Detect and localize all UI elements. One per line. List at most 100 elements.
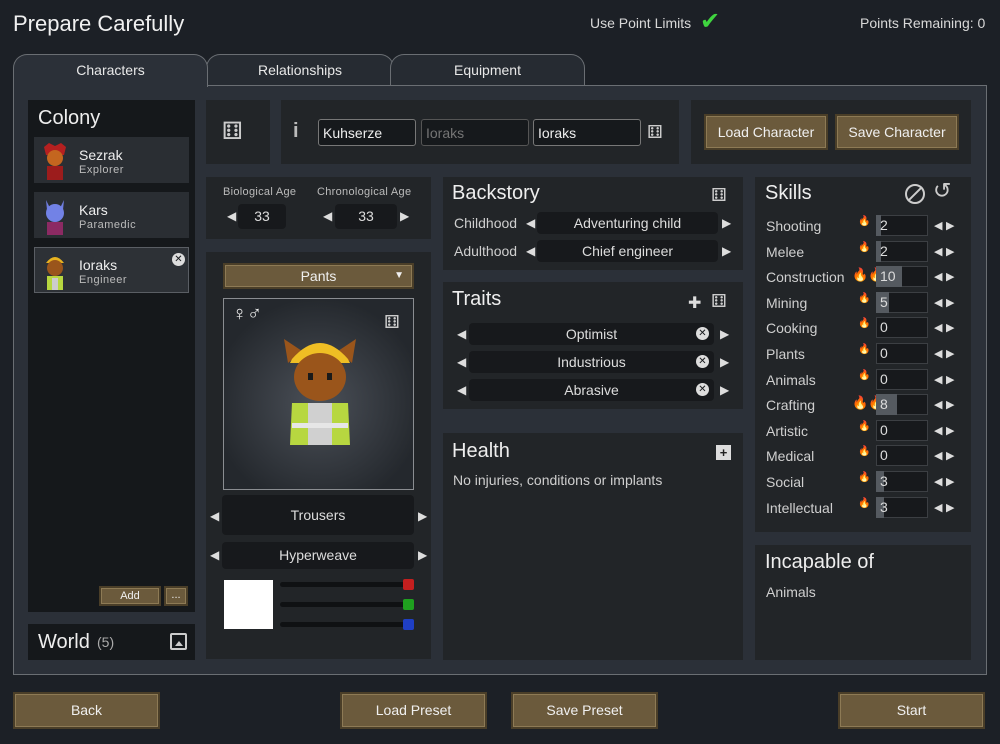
skill-increase-icon[interactable]: ▶ (946, 398, 954, 411)
chrono-age-increase-icon[interactable]: ▶ (400, 210, 409, 222)
randomize-pawn-dice-icon[interactable]: ⚅ (222, 120, 243, 144)
passion-flame-icon[interactable]: 🔥 (858, 446, 870, 457)
gender-icon[interactable]: ♀♂ (232, 303, 262, 326)
skill-increase-icon[interactable]: ▶ (946, 373, 954, 386)
skill-increase-icon[interactable]: ▶ (946, 321, 954, 334)
red-slider-knob[interactable] (403, 579, 414, 590)
color-swatch[interactable] (224, 580, 273, 629)
nickname-field[interactable] (421, 119, 529, 146)
trait-next-icon[interactable]: ▶ (720, 384, 729, 396)
skill-increase-icon[interactable]: ▶ (946, 245, 954, 258)
red-slider[interactable] (280, 579, 414, 590)
info-icon[interactable]: i (293, 120, 299, 143)
skill-decrease-icon[interactable]: ◀ (934, 449, 942, 462)
skill-decrease-icon[interactable]: ◀ (934, 296, 942, 309)
skill-decrease-icon[interactable]: ◀ (934, 398, 942, 411)
randomize-name-dice-icon[interactable]: ⚅ (647, 123, 663, 141)
skill-decrease-icon[interactable]: ◀ (934, 501, 942, 514)
trait-next-icon[interactable]: ▶ (720, 328, 729, 340)
material-prev-icon[interactable]: ◀ (210, 549, 219, 561)
clear-skills-icon[interactable] (905, 184, 925, 204)
skill-increase-icon[interactable]: ▶ (946, 219, 954, 232)
adulthood-next-icon[interactable]: ▶ (722, 245, 731, 257)
skill-increase-icon[interactable]: ▶ (946, 347, 954, 360)
skill-decrease-icon[interactable]: ◀ (934, 321, 942, 334)
load-preset-button[interactable]: Load Preset (340, 692, 487, 729)
childhood-next-icon[interactable]: ▶ (722, 217, 731, 229)
passion-flame-icon[interactable]: 🔥 (858, 498, 870, 509)
add-trait-icon[interactable]: ✚ (688, 293, 701, 313)
green-slider[interactable] (280, 599, 414, 610)
skill-increase-icon[interactable]: ▶ (946, 424, 954, 437)
tab-relationships[interactable]: Relationships (206, 54, 394, 86)
skill-decrease-icon[interactable]: ◀ (934, 245, 942, 258)
randomize-traits-dice-icon[interactable]: ⚅ (711, 292, 727, 310)
remove-trait-icon[interactable]: ✕ (696, 355, 709, 368)
back-button[interactable]: Back (13, 692, 160, 729)
pawn-kars[interactable]: Kars Paramedic (34, 192, 189, 238)
remove-trait-icon[interactable]: ✕ (696, 327, 709, 340)
skill-decrease-icon[interactable]: ◀ (934, 424, 942, 437)
skill-increase-icon[interactable]: ▶ (946, 501, 954, 514)
childhood-prev-icon[interactable]: ◀ (526, 217, 535, 229)
tab-equipment[interactable]: Equipment (390, 54, 585, 86)
bio-age-decrease-icon[interactable]: ◀ (227, 210, 236, 222)
passion-flame-icon[interactable]: 🔥 (858, 318, 870, 329)
pawn-sezrak[interactable]: Sezrak Explorer (34, 137, 189, 183)
adulthood-prev-icon[interactable]: ◀ (526, 245, 535, 257)
apparel-next-icon[interactable]: ▶ (418, 510, 427, 522)
start-button[interactable]: Start (838, 692, 985, 729)
skill-decrease-icon[interactable]: ◀ (934, 219, 942, 232)
passion-flame-icon[interactable]: 🔥 (858, 242, 870, 253)
save-character-button[interactable]: Save Character (835, 114, 959, 150)
trait-item[interactable]: Industrious (469, 351, 714, 373)
trait-item[interactable]: Optimist (469, 323, 714, 345)
skill-increase-icon[interactable]: ▶ (946, 475, 954, 488)
apparel-item-selector[interactable]: Trousers (222, 495, 414, 535)
save-preset-button[interactable]: Save Preset (511, 692, 658, 729)
add-health-icon[interactable]: + (716, 445, 731, 460)
blue-slider[interactable] (280, 619, 414, 630)
green-slider-knob[interactable] (403, 599, 414, 610)
load-character-button[interactable]: Load Character (704, 114, 828, 150)
skill-increase-icon[interactable]: ▶ (946, 270, 954, 283)
expand-world-icon[interactable] (170, 633, 187, 650)
skill-decrease-icon[interactable]: ◀ (934, 270, 942, 283)
passion-flame-icon[interactable]: 🔥 (858, 216, 870, 227)
apparel-layer-dropdown[interactable]: Pants ▼ (223, 263, 414, 289)
passion-flame-icon[interactable]: 🔥 (858, 293, 870, 304)
remove-pawn-icon[interactable]: ✕ (172, 253, 185, 266)
biological-age-value[interactable]: 33 (238, 204, 286, 229)
reset-skills-icon[interactable]: ↺ (933, 180, 951, 202)
blue-slider-knob[interactable] (403, 619, 414, 630)
last-name-field[interactable] (533, 119, 641, 146)
randomize-backstory-dice-icon[interactable]: ⚅ (711, 186, 727, 204)
randomize-appearance-dice-icon[interactable]: ⚅ (384, 313, 400, 331)
more-button[interactable]: ... (164, 586, 188, 606)
add-pawn-button[interactable]: Add (99, 586, 161, 606)
trait-prev-icon[interactable]: ◀ (457, 356, 466, 368)
skill-decrease-icon[interactable]: ◀ (934, 347, 942, 360)
passion-flame-icon[interactable]: 🔥 (858, 344, 870, 355)
material-next-icon[interactable]: ▶ (418, 549, 427, 561)
skill-increase-icon[interactable]: ▶ (946, 449, 954, 462)
passion-flame-icon[interactable]: 🔥 (858, 370, 870, 381)
skill-decrease-icon[interactable]: ◀ (934, 475, 942, 488)
material-selector[interactable]: Hyperweave (222, 542, 414, 569)
chrono-age-decrease-icon[interactable]: ◀ (323, 210, 332, 222)
trait-item[interactable]: Abrasive (469, 379, 714, 401)
tab-characters[interactable]: Characters (13, 54, 208, 87)
pawn-ioraks[interactable]: Ioraks Engineer ✕ (34, 247, 189, 293)
first-name-field[interactable] (318, 119, 416, 146)
passion-flame-icon[interactable]: 🔥 (858, 472, 870, 483)
skill-increase-icon[interactable]: ▶ (946, 296, 954, 309)
childhood-selector[interactable]: Adventuring child (537, 212, 718, 234)
apparel-prev-icon[interactable]: ◀ (210, 510, 219, 522)
skill-decrease-icon[interactable]: ◀ (934, 373, 942, 386)
chronological-age-value[interactable]: 33 (335, 204, 397, 229)
trait-prev-icon[interactable]: ◀ (457, 328, 466, 340)
passion-flame-icon[interactable]: 🔥 (858, 421, 870, 432)
trait-prev-icon[interactable]: ◀ (457, 384, 466, 396)
adulthood-selector[interactable]: Chief engineer (537, 240, 718, 262)
remove-trait-icon[interactable]: ✕ (696, 383, 709, 396)
